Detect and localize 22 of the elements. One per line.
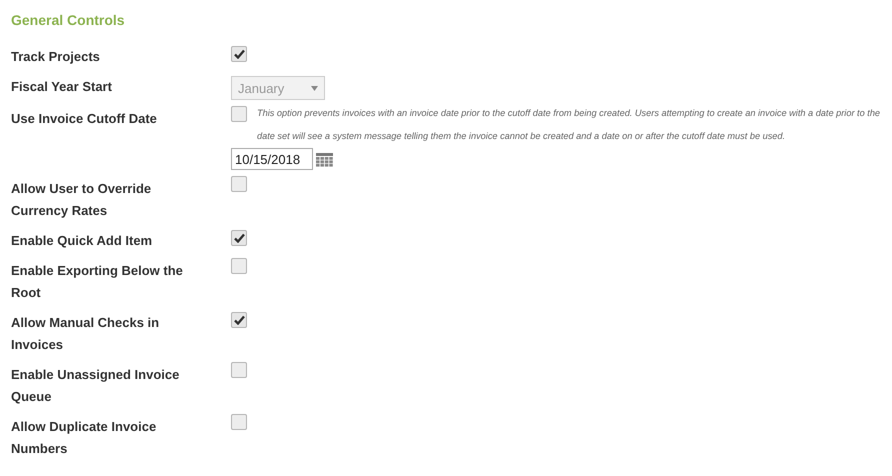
checkbox[interactable] bbox=[231, 312, 247, 328]
setting-label: Allow User to Override Currency Rates bbox=[11, 180, 152, 220]
section-heading: General Controls bbox=[11, 11, 126, 30]
checkbox[interactable] bbox=[231, 258, 247, 274]
option-description: This option prevents invoices with an invoice date prior to the cutoff date from being created. Users attempting to create an invoice with a date prior to the date set will see a system message telling them the invoice cannot be created and a date on or after the cutoff date must be used. bbox=[257, 107, 881, 143]
date-field[interactable]: 10/15/2018 bbox=[231, 148, 313, 170]
checkbox[interactable] bbox=[231, 362, 247, 378]
checkbox[interactable] bbox=[231, 176, 247, 192]
caret-icon bbox=[311, 86, 318, 90]
checkbox[interactable] bbox=[231, 46, 247, 62]
checkbox[interactable] bbox=[231, 230, 247, 246]
setting-label: Track Projects bbox=[11, 48, 101, 66]
setting-label: Use Invoice Cutoff Date bbox=[11, 110, 158, 128]
setting-label: Allow Manual Checks in Invoices bbox=[11, 314, 160, 354]
setting-label: Enable Unassigned Invoice Queue bbox=[11, 366, 180, 406]
setting-label: Allow Duplicate Invoice Numbers bbox=[11, 418, 158, 458]
setting-label: Enable Exporting Below the Root bbox=[11, 262, 184, 302]
calendar-icon[interactable] bbox=[316, 152, 333, 166]
setting-label: Fiscal Year Start bbox=[11, 78, 113, 96]
setting-label: Enable Quick Add Item bbox=[11, 232, 154, 250]
checkbox[interactable] bbox=[231, 106, 247, 122]
checkbox[interactable] bbox=[231, 414, 247, 430]
